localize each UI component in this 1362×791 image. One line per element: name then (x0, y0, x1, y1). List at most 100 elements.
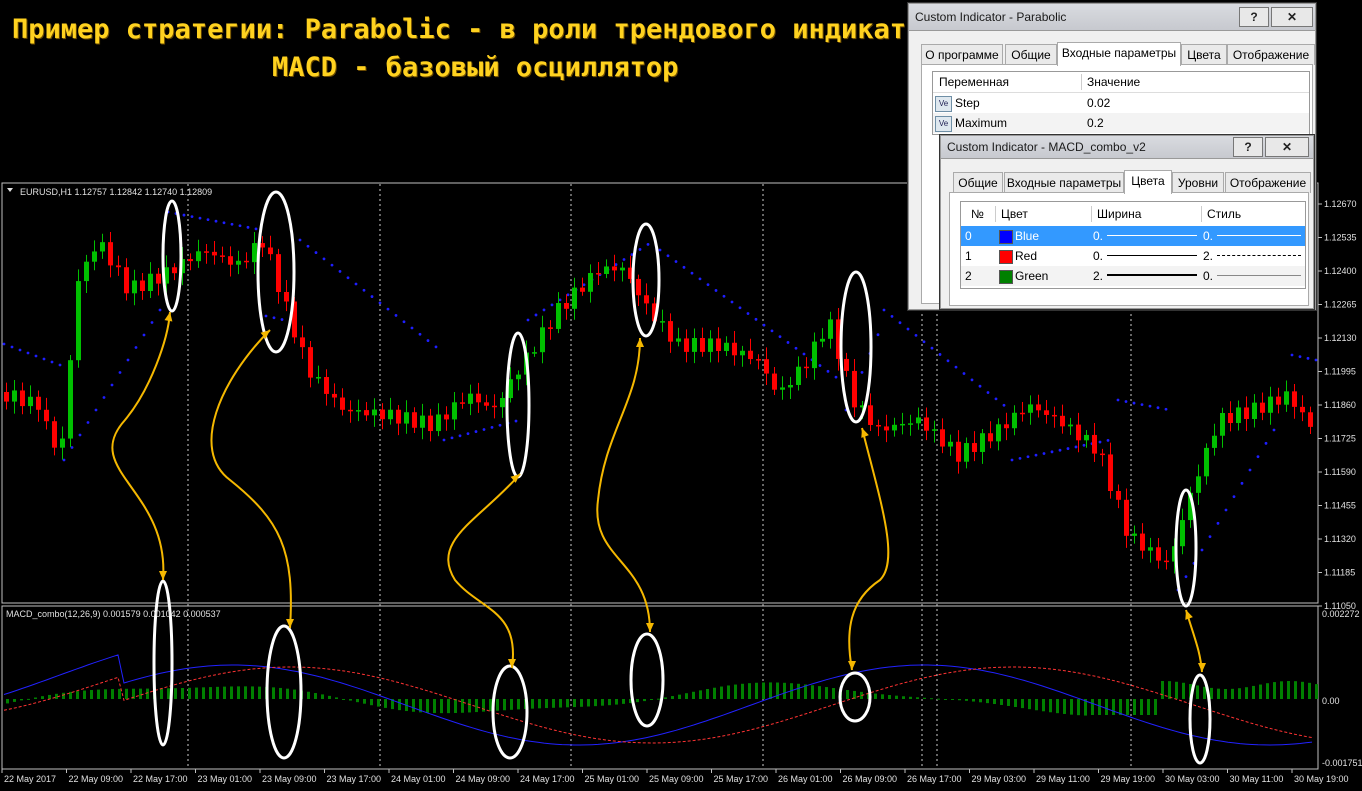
tab-colors[interactable]: Цвета (1124, 170, 1172, 194)
style-value[interactable]: 0. (1203, 226, 1213, 246)
candle-body (308, 347, 313, 378)
macd-titlebar[interactable]: Custom Indicator - MACD_combo_v2 ? ✕ (941, 136, 1313, 159)
column-number[interactable]: № (971, 204, 984, 224)
tab-levels[interactable]: Уровни (1172, 172, 1224, 193)
sar-dot (1034, 453, 1038, 457)
color-name[interactable]: Green (1015, 266, 1048, 286)
histogram-bar (1007, 699, 1010, 706)
histogram-bar (832, 688, 835, 699)
price-label: 1.12400 (1324, 266, 1357, 276)
tab-visualization[interactable]: Отображение (1227, 44, 1315, 65)
column-variable[interactable]: Переменная (939, 72, 1009, 92)
color-swatch[interactable] (999, 270, 1013, 284)
candle-body (492, 405, 497, 408)
candle-body (116, 265, 121, 268)
param-value[interactable]: 0.2 (1087, 113, 1104, 133)
table-row[interactable]: 0 Blue 0. 0. (961, 226, 1305, 246)
histogram-bar (1315, 684, 1318, 699)
column-style[interactable]: Стиль (1207, 204, 1241, 224)
sar-dot (1184, 575, 1188, 579)
style-value[interactable]: 2. (1203, 246, 1213, 266)
width-value[interactable]: 2. (1093, 266, 1103, 286)
column-width[interactable]: Ширина (1097, 204, 1141, 224)
table-row[interactable]: Ve Step 0.02 (933, 93, 1309, 113)
color-name[interactable]: Blue (1015, 226, 1039, 246)
candle-body (804, 366, 809, 369)
candle-body (1004, 424, 1009, 429)
sar-dot (970, 378, 974, 382)
width-value[interactable]: 0. (1093, 246, 1103, 266)
tab-inputs[interactable]: Входные параметры (1057, 42, 1181, 66)
tab-about[interactable]: О программе (921, 44, 1003, 65)
sar-dot (1042, 452, 1046, 455)
param-value[interactable]: 0.02 (1087, 93, 1110, 113)
candle-body (636, 278, 641, 296)
annotation-arrow (447, 473, 521, 669)
sar-dot (658, 248, 662, 252)
table-row[interactable]: 2 Green 2. 0. (961, 266, 1305, 286)
histogram-bar (475, 699, 478, 713)
histogram-bar (167, 688, 170, 699)
width-value[interactable]: 0. (1093, 226, 1103, 246)
candle-body (348, 409, 353, 412)
histogram-bar (1217, 688, 1220, 699)
sar-dot (730, 300, 734, 304)
tab-visualization[interactable]: Отображение (1225, 172, 1311, 193)
heading-line-2: MACD - базовый осциллятор (272, 52, 679, 83)
help-button[interactable]: ? (1233, 137, 1263, 157)
candle-body (1052, 414, 1057, 417)
price-label: 1.11455 (1324, 501, 1356, 511)
sar-dot (542, 308, 546, 312)
histogram-bar (958, 699, 961, 701)
sar-dot (994, 397, 998, 401)
style-value[interactable]: 0. (1203, 266, 1213, 286)
sar-dot (1066, 447, 1070, 450)
color-swatch[interactable] (999, 250, 1013, 264)
macd-dialog[interactable]: Custom Indicator - MACD_combo_v2 ? ✕ Общ… (940, 135, 1314, 309)
close-button[interactable]: ✕ (1265, 137, 1309, 157)
candle-body (724, 342, 729, 351)
sar-dot (280, 318, 284, 321)
time-label: 22 May 2017 (4, 774, 56, 784)
candle-body (596, 273, 601, 275)
time-label: 23 May 01:00 (198, 774, 253, 784)
histogram-bar (755, 682, 758, 699)
histogram-bar (1175, 681, 1178, 699)
column-color[interactable]: Цвет (1001, 204, 1028, 224)
candle-body (484, 402, 489, 406)
candle-body (1100, 453, 1105, 456)
color-name[interactable]: Red (1015, 246, 1037, 266)
price-label: 1.11590 (1324, 467, 1356, 477)
parameters-table[interactable]: Переменная Значение Ve Step 0.02 Ve Maxi… (932, 71, 1310, 135)
candle-body (1268, 396, 1273, 413)
column-value[interactable]: Значение (1087, 72, 1140, 92)
table-row[interactable]: 1 Red 0. 2. (961, 246, 1305, 266)
histogram-bar (83, 690, 86, 699)
histogram-bar (461, 699, 464, 713)
annotation-arrow (210, 329, 292, 629)
tab-inputs[interactable]: Входные параметры (1004, 172, 1124, 193)
style-line-sample (1217, 255, 1301, 256)
table-row[interactable]: Ve Maximum 0.2 (933, 113, 1309, 133)
annotation-ellipse (505, 331, 531, 479)
close-button[interactable]: ✕ (1271, 7, 1313, 27)
histogram-bar (377, 699, 380, 707)
histogram-bar (811, 685, 814, 699)
candle-body (1116, 490, 1121, 500)
sar-dot (1140, 403, 1144, 407)
tab-colors[interactable]: Цвета (1181, 44, 1227, 65)
colors-table[interactable]: № Цвет Ширина Стиль 0 Blue 0. 0. 1 Red 0… (960, 201, 1306, 289)
candle-body (4, 392, 9, 402)
parabolic-titlebar[interactable]: Custom Indicator - Parabolic ? ✕ (909, 4, 1315, 31)
candle-body (1036, 404, 1041, 411)
candle-body (1076, 424, 1081, 441)
tab-common[interactable]: Общие (1005, 44, 1057, 65)
time-label: 22 May 17:00 (133, 774, 188, 784)
candle-body (700, 338, 705, 352)
tab-common[interactable]: Общие (953, 172, 1003, 193)
style-line-sample (1217, 235, 1301, 236)
sar-dot (498, 423, 502, 427)
help-button[interactable]: ? (1239, 7, 1269, 27)
color-swatch[interactable] (999, 230, 1013, 244)
candle-body (580, 287, 585, 292)
